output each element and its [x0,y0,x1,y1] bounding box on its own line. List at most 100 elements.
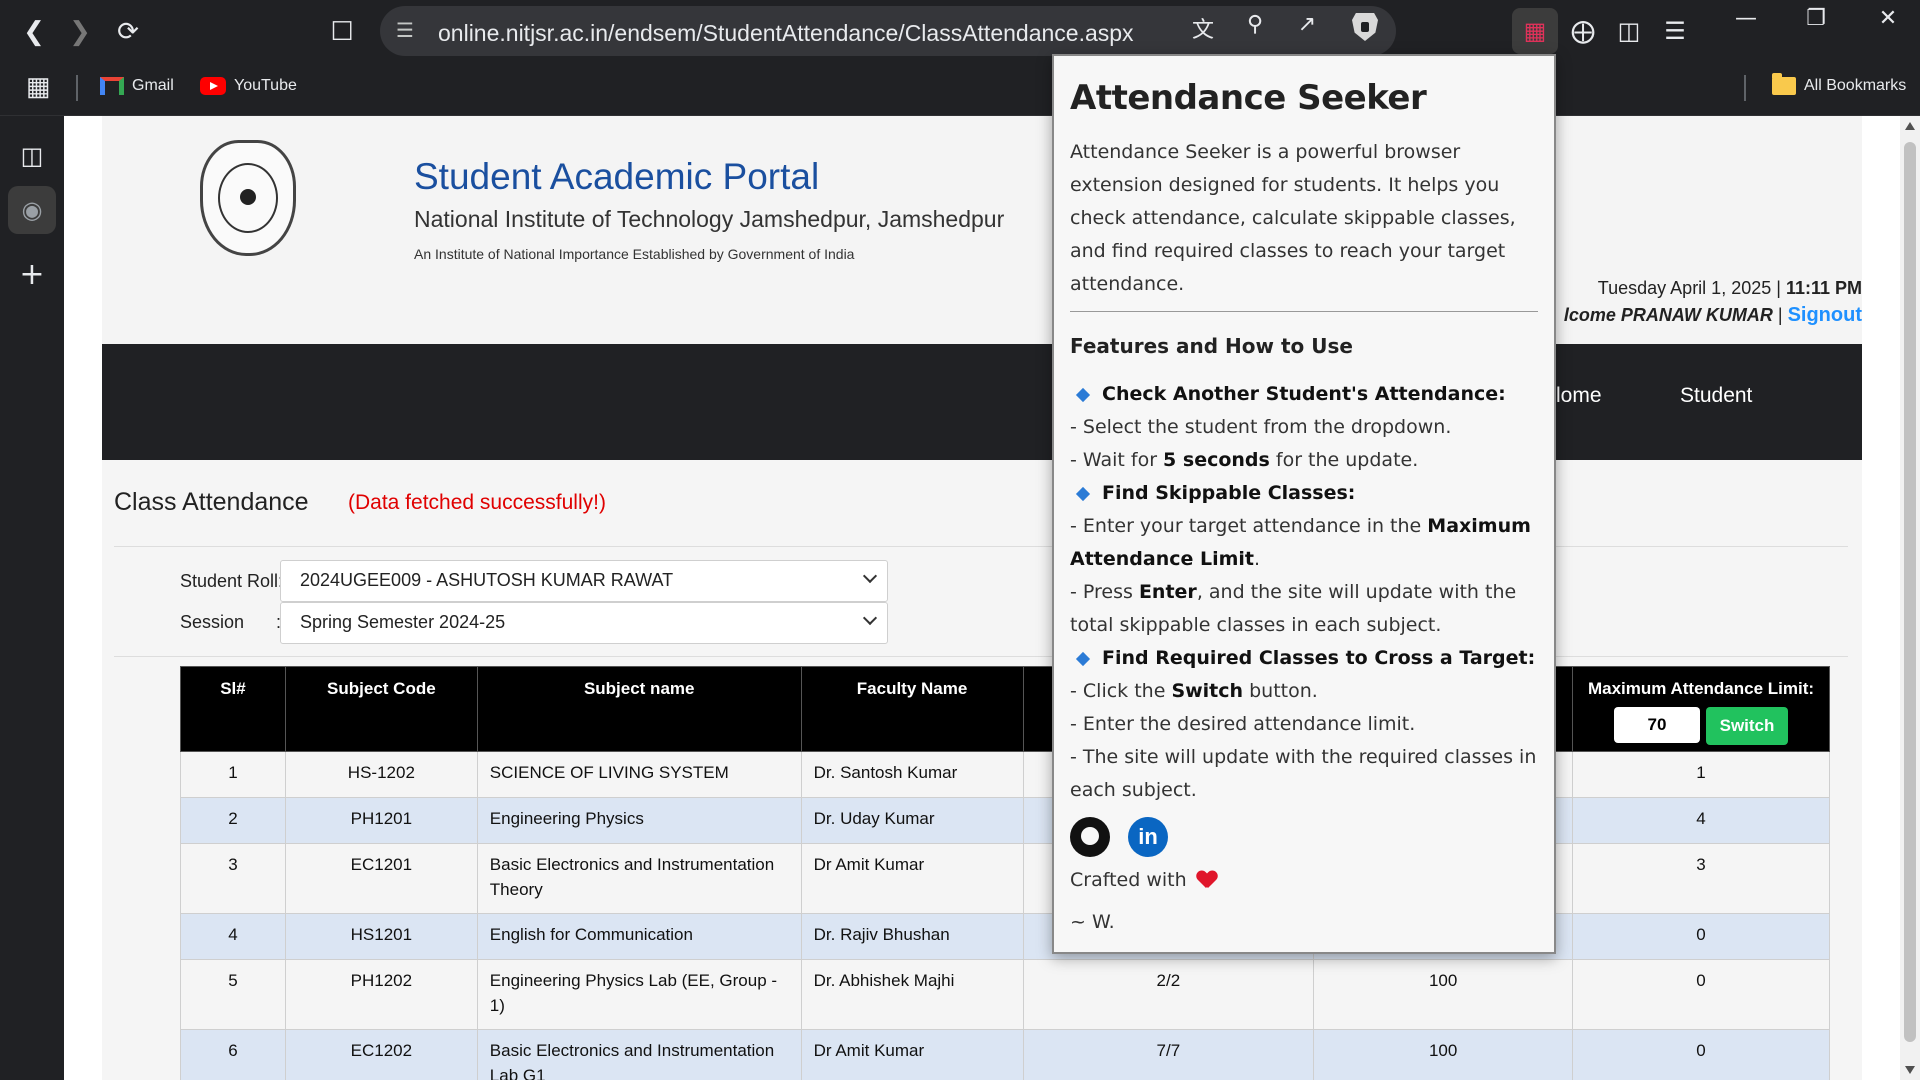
time-text: 11:11 PM [1785,278,1862,298]
all-bookmarks[interactable]: All Bookmarks [1772,73,1906,95]
restore-icon[interactable]: ❐ [1786,6,1846,36]
cell-attended: 2/2 [1022,959,1315,1030]
header-sl: Sl# [180,666,286,752]
translate-icon[interactable]: 文 [1188,12,1218,43]
attendance-seeker-popup: Attendance Seeker Attendance Seeker is a… [1052,54,1556,954]
gmail-icon [100,77,124,95]
signout-link[interactable]: Signout [1788,304,1862,326]
table-row: 2 PH1201 Engineering Physics Dr. Uday Kumar… [180,797,1830,844]
text: . [1254,548,1261,570]
reload-icon[interactable]: ⟳ [108,12,148,52]
date-text: Tuesday April 1, 2025 | [1597,278,1781,298]
site-info-icon[interactable]: ☰ [396,18,414,42]
text: - Press [1070,581,1139,603]
cell-faculty: Dr Amit Kumar [800,1029,1024,1080]
header-subject-name: Subject name [476,666,802,752]
table-header-row: Sl# Subject Code Subject name Faculty Na… [180,666,1830,752]
feature-1-line-2: - Wait for 5 seconds for the update. [1070,444,1538,477]
logo-emblem [218,163,278,233]
feature-required: Find Required Classes to Cross a Target:… [1070,642,1538,807]
max-limit-controls: 70 Switch [1573,707,1829,745]
reading-list-icon[interactable]: ◫ [8,132,56,180]
divider [114,656,1848,657]
social-links: in [1070,815,1538,859]
table-row: 6 EC1202 Basic Electronics and Instrumenta… [180,1029,1830,1080]
nit-logo [200,140,296,256]
bookmarks-divider [76,75,78,101]
tab-favicon-icon[interactable]: ◉ [8,186,56,234]
features-heading: Features and How to Use [1070,334,1353,358]
add-icon[interactable]: + [8,250,56,298]
crafted-text: Crafted with [1070,869,1187,891]
page-scrollbar[interactable] [1900,116,1920,1080]
cell-sl: 3 [180,843,286,914]
cell-max-limit: 0 [1572,913,1830,960]
cell-subject-code: EC1202 [284,1029,478,1080]
feature-2-line-1: - Enter your target attendance in the Ma… [1070,510,1538,576]
cell-subject-code: PH1201 [284,797,478,844]
attendance-seeker-extension-icon[interactable]: ▦ [1512,8,1558,54]
max-limit-label: Maximum Attendance Limit: [1587,679,1815,698]
cell-percentage: 100 [1313,959,1574,1030]
diamond-icon [1075,387,1091,402]
cell-sl: 1 [180,751,286,798]
student-roll-value: 2024UGEE009 - ASHUTOSH KUMAR RAWAT [300,570,674,590]
feature-check-student: Check Another Student's Attendance: - Se… [1070,378,1538,477]
scroll-down-icon[interactable] [1905,1066,1915,1074]
institute-subtitle: An Institute of National Importance Esta… [414,246,855,262]
zoom-icon[interactable]: ⚲ [1240,12,1270,40]
bookmark-gmail[interactable]: Gmail [100,77,174,95]
cell-faculty: Dr. Abhishek Majhi [800,959,1024,1030]
session-select[interactable]: Spring Semester 2024-25 [280,602,888,644]
cell-subject-code: PH1202 [284,959,478,1030]
header-faculty: Faculty Name [800,666,1024,752]
popup-description: Attendance Seeker is a powerful browser … [1070,141,1516,295]
github-icon[interactable] [1070,817,1110,857]
browser-toolbar: ❮ ❯ ⟳ ☐ ☰ online.nitjsr.ac.in/endsem/Stu… [0,0,1920,63]
cell-subject-name: SCIENCE OF LIVING SYSTEM [476,751,802,798]
feature-3-title: Find Required Classes to Cross a Target: [1102,647,1536,669]
linkedin-icon[interactable]: in [1128,817,1168,857]
diamond-icon [1075,651,1091,666]
cell-max-limit: 0 [1572,1029,1830,1080]
web-viewport: Student Academic Portal National Institu… [64,116,1920,1080]
bookmarks-divider-right [1744,75,1746,101]
feature-1-line-1: - Select the student from the dropdown. [1070,416,1452,438]
student-roll-label: Student Roll: [180,571,284,591]
forward-icon[interactable]: ❯ [60,12,100,52]
cell-sl: 4 [180,913,286,960]
minimize-icon[interactable]: — [1716,6,1776,36]
status-message: (Data fetched successfully!) [348,491,606,514]
feature-1-title: Check Another Student's Attendance: [1102,383,1506,405]
student-roll-select[interactable]: 2024UGEE009 - ASHUTOSH KUMAR RAWAT [280,560,888,602]
switch-button[interactable]: Switch [1706,707,1789,745]
cell-subject-code: HS-1202 [284,751,478,798]
menu-icon[interactable]: ☰ [1652,8,1698,54]
nav-student[interactable]: Student [1680,384,1752,408]
youtube-icon [200,77,226,95]
back-icon[interactable]: ❮ [14,12,54,52]
cell-faculty: Dr. Santosh Kumar [800,751,1024,798]
diamond-icon [1075,486,1091,501]
feature-2-title: Find Skippable Classes: [1102,482,1356,504]
sidebar-toggle-icon[interactable]: ◫ [1606,8,1652,54]
apps-grid-icon[interactable]: ▦ [26,71,51,102]
url-text[interactable]: online.nitjsr.ac.in/endsem/StudentAttend… [438,20,1134,47]
signature: ~ W. [1070,911,1115,933]
scroll-up-icon[interactable] [1905,122,1915,130]
table-row: 5 PH1202 Engineering Physics Lab (EE, Grou… [180,959,1830,1030]
cell-faculty: Dr. Rajiv Bhushan [800,913,1024,960]
portal-header: Student Academic Portal National Institu… [102,116,1862,344]
scroll-thumb[interactable] [1904,142,1916,1042]
welcome-text: lcome PRANAW KUMAR [1563,305,1773,325]
max-limit-input[interactable]: 70 [1614,707,1701,743]
extensions-icon[interactable]: ⨁ [1560,8,1606,54]
bookmark-icon[interactable]: ☐ [322,12,362,52]
text-bold: Switch [1171,680,1244,702]
nav-home[interactable]: lome [1556,384,1602,408]
table-row: 3 EC1201 Basic Electronics and Instrumenta… [180,843,1830,914]
close-icon[interactable]: ✕ [1858,6,1918,36]
portal-title: Student Academic Portal [414,156,820,197]
share-icon[interactable]: ↗ [1292,12,1322,40]
bookmark-youtube[interactable]: YouTube [200,77,297,95]
